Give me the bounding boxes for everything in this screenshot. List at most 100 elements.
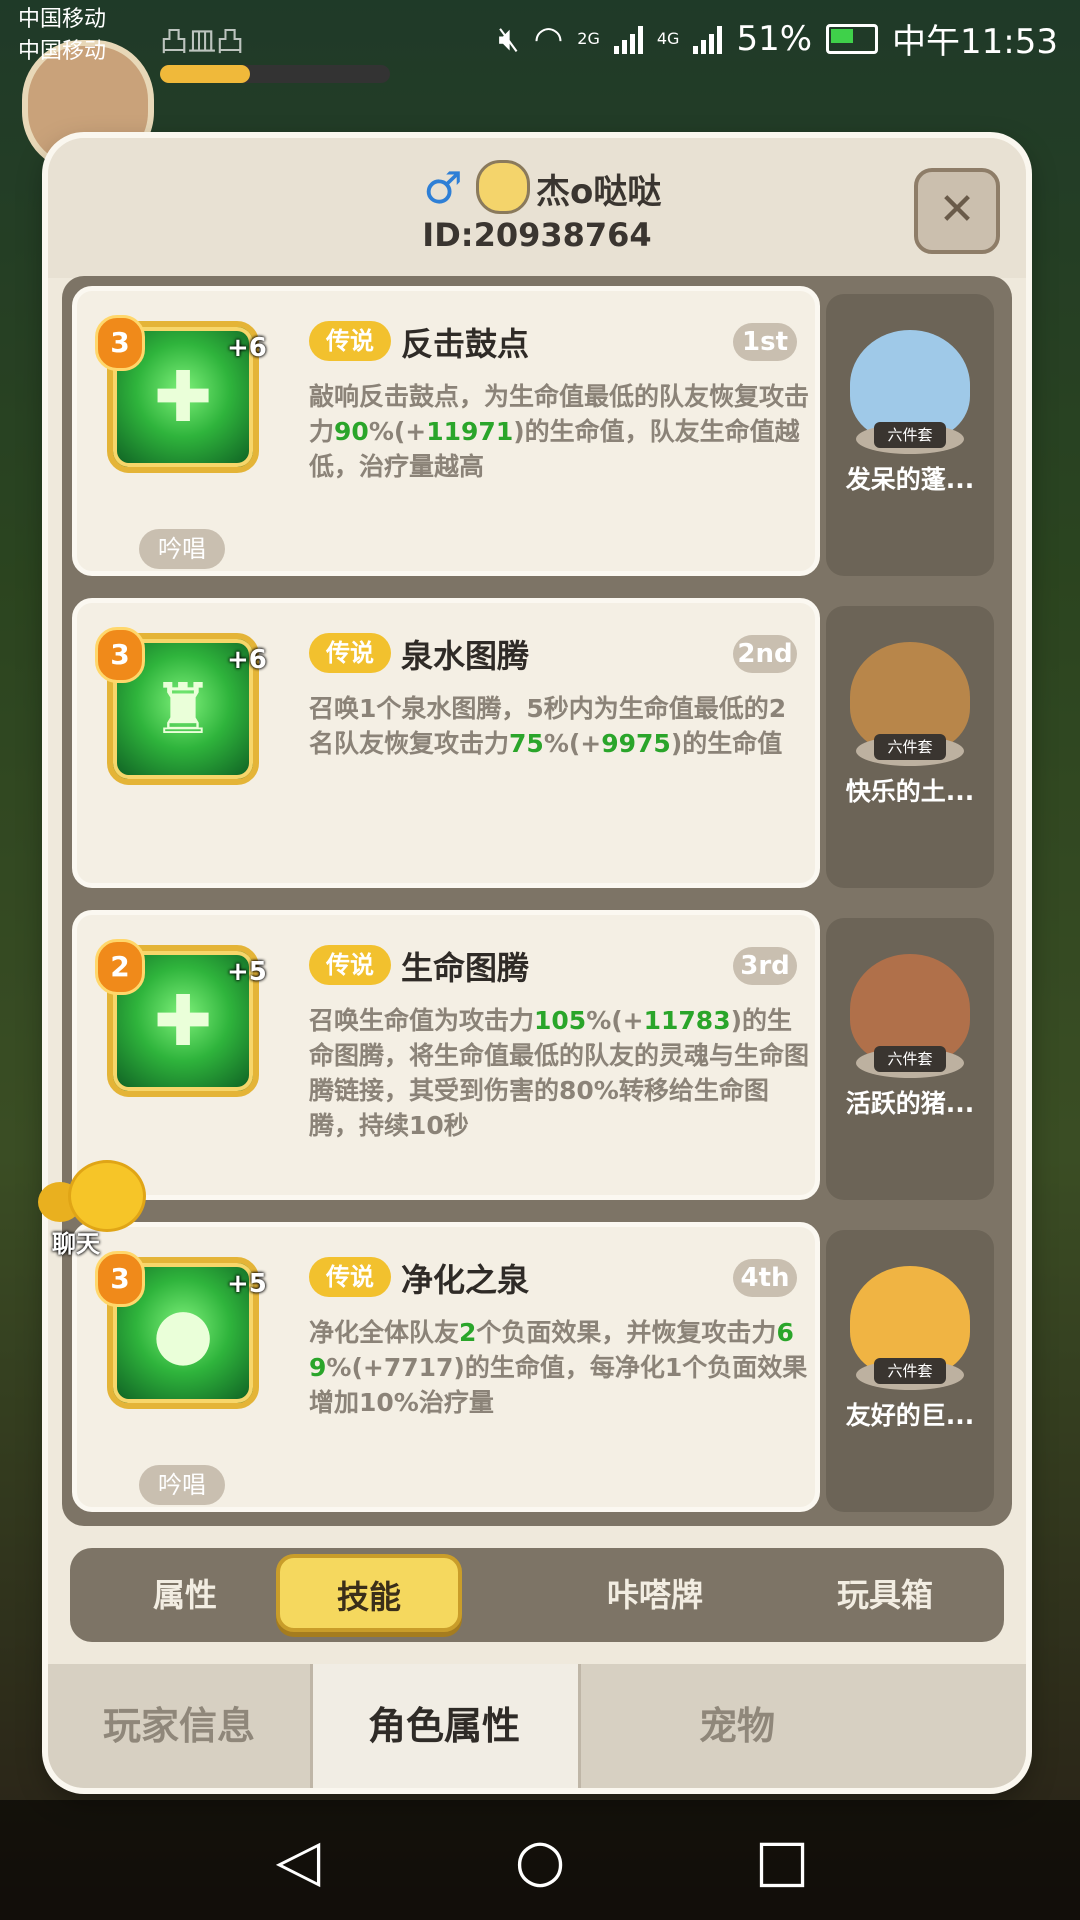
wifi-icon: ◠ (533, 18, 564, 59)
skill-plus-label: +5 (227, 1269, 267, 1299)
skill-card[interactable]: ✚ 3 +6 吟唱 传说 反击鼓点 1st 敲响反击鼓点，为生命值最低的队友恢复… (72, 286, 820, 576)
skill-description: 敲响反击鼓点，为生命值最低的队友恢复攻击力90%(+11971)的生命值，队友生… (309, 379, 809, 484)
pet-card[interactable]: 六件套 活跃的猪... (826, 918, 994, 1200)
skill-level-badge: 3 (95, 627, 145, 683)
signal-icon (693, 24, 723, 54)
status-bar: 中国移动 中国移动 🔇︎ ◠ 2G 4G 51% 中午11:53 (0, 0, 1080, 72)
skill-plus-label: +5 (227, 957, 267, 987)
player-id: ID:20938764 (422, 216, 652, 254)
bottom-tab-bar: 玩家信息 角色属性 宠物 (48, 1664, 1026, 1788)
skill-desc-part: %(+7717)的生命值，每净化1个负面效果增加10%治疗量 (309, 1353, 808, 1417)
player-profile-modal: ♂ 杰o哒哒 ID:20938764 ✕ ✚ 3 +6 吟唱 传说 反击鼓点 1… (48, 138, 1026, 1788)
chant-tag: 吟唱 (139, 529, 225, 569)
skill-level-badge: 3 (95, 315, 145, 371)
pet-set-label: 六件套 (874, 422, 946, 448)
skills-list[interactable]: ✚ 3 +6 吟唱 传说 反击鼓点 1st 敲响反击鼓点，为生命值最低的队友恢复… (62, 276, 1012, 1526)
skill-rank-badge: 2nd (733, 635, 797, 673)
battery-percent: 51% (736, 18, 813, 59)
skill-name: 生命图腾 (401, 949, 530, 987)
skill-rank-badge: 4th (733, 1259, 797, 1297)
pet-name: 快乐的土... (845, 777, 975, 806)
chat-button[interactable]: 聊天 (38, 1160, 148, 1258)
player-name: 杰o哒哒 (536, 172, 662, 212)
skill-description: 净化全体队友2个负面效果，并恢复攻击力69%(+7717)的生命值，每净化1个负… (309, 1315, 809, 1420)
skill-description: 召唤生命值为攻击力105%(+11783)的生命图腾，将生命值最低的队友的灵魂与… (309, 1003, 809, 1143)
player-avatar (476, 160, 530, 214)
skill-desc-part: 105 (534, 1006, 587, 1035)
skill-desc-part: 净化全体队友 (309, 1318, 460, 1347)
rarity-badge: 传说 (309, 1257, 391, 1297)
skill-desc-part: %(+ (586, 1006, 644, 1035)
tab-divider (578, 1664, 581, 1788)
inner-tab[interactable]: 属性 (70, 1548, 300, 1642)
pet-card[interactable]: 六件套 快乐的土... (826, 606, 994, 888)
recent-apps-nav-icon[interactable]: □ (742, 1820, 822, 1900)
carrier-label: 中国移动 (18, 7, 107, 32)
pet-set-label: 六件套 (874, 1358, 946, 1384)
male-gender-icon: ♂ (423, 163, 463, 214)
home-nav-icon[interactable]: ○ (500, 1820, 580, 1900)
network-label: 2G (577, 29, 600, 48)
chat-bubble-icon (68, 1160, 146, 1232)
pet-set-label: 六件套 (874, 734, 946, 760)
pet-card[interactable]: 六件套 发呆的蓬... (826, 294, 994, 576)
skill-level-badge: 3 (95, 1251, 145, 1307)
pet-name: 发呆的蓬... (845, 465, 975, 494)
inner-tab-bar: 属性 技能 咔嗒牌 玩具箱 (70, 1548, 1004, 1642)
tab-divider (310, 1664, 313, 1788)
skill-desc-part: 11783 (643, 1006, 731, 1035)
pet-card[interactable]: 六件套 友好的巨... (826, 1230, 994, 1512)
skill-row[interactable]: ✚ 2 +5 传说 生命图腾 3rd 召唤生命值为攻击力105%(+11783)… (72, 910, 1002, 1200)
skill-plus-label: +6 (227, 645, 267, 675)
skill-name: 反击鼓点 (401, 325, 530, 363)
bottom-tab[interactable]: 玩家信息 (48, 1664, 310, 1788)
battery-icon (826, 23, 879, 54)
skill-desc-part: 9975 (601, 729, 671, 758)
skill-level-badge: 2 (95, 939, 145, 995)
close-icon: ✕ (938, 184, 976, 235)
pet-set-label: 六件套 (874, 1046, 946, 1072)
chat-label: 聊天 (52, 1230, 100, 1258)
close-button[interactable]: ✕ (914, 168, 1000, 254)
back-nav-icon[interactable]: ◁ (258, 1820, 338, 1900)
bottom-tab[interactable]: 宠物 (578, 1664, 896, 1788)
skill-rank-badge: 3rd (733, 947, 797, 985)
skill-desc-part: )的生命值 (670, 729, 783, 758)
pet-name: 活跃的猪... (845, 1089, 975, 1118)
skill-desc-part: %(+ (368, 417, 427, 446)
skill-description: 召唤1个泉水图腾，5秒内为生命值最低的2名队友恢复攻击力75%(+9975)的生… (309, 691, 809, 761)
skill-card[interactable]: ✚ 2 +5 传说 生命图腾 3rd 召唤生命值为攻击力105%(+11783)… (72, 910, 820, 1200)
skill-name: 泉水图腾 (401, 637, 530, 675)
rarity-badge: 传说 (309, 633, 391, 673)
skill-desc-part: 90 (334, 417, 369, 446)
skill-desc-part: 11971 (426, 417, 514, 446)
skill-rank-badge: 1st (733, 323, 797, 361)
rarity-badge: 传说 (309, 321, 391, 361)
inner-tab[interactable]: 玩具箱 (770, 1548, 1000, 1642)
skill-card[interactable]: ● 3 +5 吟唱 传说 净化之泉 4th 净化全体队友2个负面效果，并恢复攻击… (72, 1222, 820, 1512)
skill-desc-part: %(+ (543, 729, 602, 758)
pet-name: 友好的巨... (845, 1401, 975, 1430)
inner-tab[interactable]: 咔嗒牌 (540, 1548, 770, 1642)
skill-row[interactable]: ● 3 +5 吟唱 传说 净化之泉 4th 净化全体队友2个负面效果，并恢复攻击… (72, 1222, 1002, 1512)
modal-header: ♂ 杰o哒哒 ID:20938764 ✕ (48, 138, 1026, 278)
clock: 中午11:53 (892, 22, 1058, 62)
inner-tab[interactable]: 技能 (276, 1554, 462, 1632)
skill-card[interactable]: ♜ 3 +6 传说 泉水图腾 2nd 召唤1个泉水图腾，5秒内为生命值最低的2名… (72, 598, 820, 888)
signal-icon (613, 24, 643, 54)
android-nav-bar: ◁ ○ □ (0, 1800, 1080, 1920)
chant-tag: 吟唱 (139, 1465, 225, 1505)
skill-plus-label: +6 (227, 333, 267, 363)
skill-desc-part: 2 (459, 1318, 477, 1347)
network-label: 4G (656, 29, 680, 48)
mute-icon: 🔇︎ (498, 18, 520, 59)
rarity-badge: 传说 (309, 945, 391, 985)
skill-row[interactable]: ♜ 3 +6 传说 泉水图腾 2nd 召唤1个泉水图腾，5秒内为生命值最低的2名… (72, 598, 1002, 888)
skill-name: 净化之泉 (401, 1261, 530, 1299)
carrier-label: 中国移动 (18, 39, 107, 64)
bottom-tab[interactable]: 角色属性 (310, 1664, 578, 1788)
skill-desc-part: 召唤生命值为攻击力 (309, 1006, 535, 1035)
skill-desc-part: 个负面效果，并恢复攻击力 (476, 1318, 777, 1347)
skill-desc-part: 75 (509, 729, 544, 758)
skill-row[interactable]: ✚ 3 +6 吟唱 传说 反击鼓点 1st 敲响反击鼓点，为生命值最低的队友恢复… (72, 286, 1002, 576)
